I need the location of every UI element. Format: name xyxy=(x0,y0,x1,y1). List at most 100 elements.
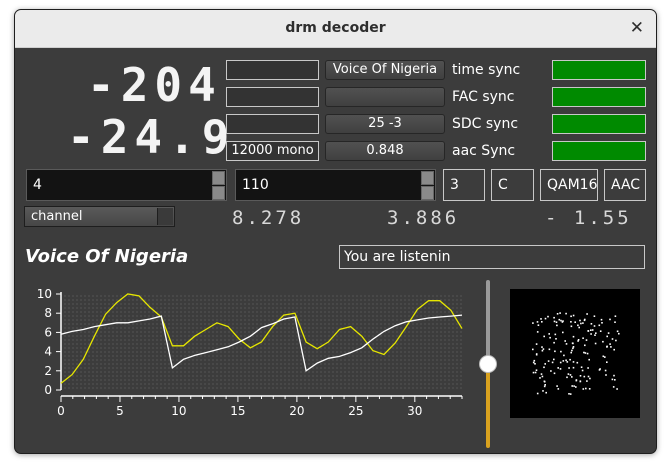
robustness-box: C xyxy=(491,169,534,201)
sdc-sync-led xyxy=(552,114,646,134)
spinbox-1[interactable]: 4 xyxy=(26,169,227,201)
x-tick-label: 0 xyxy=(57,404,65,418)
constellation-point xyxy=(549,336,551,339)
rate-button[interactable]: 0.848 xyxy=(325,141,445,161)
offset-button[interactable]: 25 -3 xyxy=(325,114,445,134)
time-sync-label: time sync xyxy=(452,62,521,78)
constellation-point xyxy=(572,335,575,338)
spinbox-2[interactable]: 110 xyxy=(235,169,436,201)
chevron-down-icon[interactable] xyxy=(157,208,173,225)
constellation-point xyxy=(579,319,581,322)
spinbox-2-value: 110 xyxy=(242,177,269,193)
sdc-sync-label: SDC sync xyxy=(452,116,519,132)
constellation-point xyxy=(573,385,575,387)
fac-sync-label: FAC sync xyxy=(452,89,515,105)
y-tick-label: 6 xyxy=(44,325,52,339)
lcd-small-a: 8.278 xyxy=(232,207,305,229)
y-tick-label: 2 xyxy=(44,364,52,378)
constellation-point xyxy=(544,363,546,365)
constellation-point xyxy=(537,324,540,326)
spinbox-1-down-arrow-icon[interactable] xyxy=(212,186,225,200)
constellation-point xyxy=(542,390,544,392)
title-bar: drm decoder ✕ xyxy=(15,10,656,48)
constellation-point xyxy=(589,377,591,380)
constellation-point xyxy=(602,355,605,358)
constellation-point xyxy=(553,358,555,361)
channel-select[interactable]: channel xyxy=(24,206,175,227)
y-tick-label: 4 xyxy=(44,345,52,359)
x-tick-label: 30 xyxy=(407,404,422,418)
constellation-point xyxy=(535,369,538,371)
constellation-point xyxy=(571,349,573,352)
constellation-point xyxy=(536,392,539,395)
constellation-point xyxy=(545,391,547,394)
constellation-point xyxy=(616,388,618,390)
constellation-point xyxy=(569,374,572,376)
constellation-point xyxy=(556,385,558,387)
constellation-point xyxy=(614,321,616,323)
x-tick-label: 25 xyxy=(348,404,363,418)
constellation-point xyxy=(602,340,604,343)
constellation-point xyxy=(566,361,569,363)
constellation-point xyxy=(575,386,577,388)
constellation-point xyxy=(542,348,545,350)
station-name: Voice Of Nigeria xyxy=(25,246,189,267)
constellation-point xyxy=(536,321,539,323)
constellation-point xyxy=(572,366,575,369)
blank-button[interactable] xyxy=(325,87,445,107)
constellation-point xyxy=(575,379,578,382)
spinbox-2-down-arrow-icon[interactable] xyxy=(421,186,434,200)
constellation-point xyxy=(544,384,546,386)
message-field[interactable]: You are listenin xyxy=(339,245,645,269)
constellation-point xyxy=(569,393,572,395)
x-tick-label: 5 xyxy=(116,404,124,418)
constellation-point xyxy=(587,330,590,332)
constellation-point xyxy=(595,332,597,334)
info-box-3 xyxy=(226,114,319,134)
constellation-point xyxy=(560,319,562,322)
constellation-point xyxy=(601,322,603,324)
constellation-point xyxy=(540,373,543,375)
fac-sync-led xyxy=(552,87,646,107)
constellation-plot xyxy=(510,289,640,418)
constellation-point xyxy=(590,329,592,331)
constellation-point xyxy=(555,321,558,323)
constellation-point xyxy=(565,343,568,345)
constellation-point xyxy=(557,388,560,390)
constellation-point xyxy=(559,312,561,314)
slider-knob[interactable] xyxy=(479,355,497,373)
constellation-point xyxy=(562,331,564,334)
constellation-point xyxy=(570,315,572,318)
constellation-point xyxy=(582,388,585,390)
constellation-point xyxy=(541,375,544,378)
constellation-point xyxy=(610,346,612,348)
drm-decoder-window: drm decoder ✕ -204 -24.9 12000 mono Voic… xyxy=(14,9,657,454)
constellation-point xyxy=(541,346,543,348)
codec-box: AAC xyxy=(604,169,646,201)
constellation-point xyxy=(540,318,542,320)
constellation-point xyxy=(613,348,615,351)
slider-track-upper xyxy=(486,280,490,364)
constellation-point xyxy=(566,376,568,379)
constellation-point xyxy=(574,321,576,323)
x-tick-label: 10 xyxy=(171,404,186,418)
constellation-point xyxy=(563,354,565,357)
gain-slider[interactable] xyxy=(479,280,497,448)
signal-chart: 0 2 4 6 8 10 0 5 10 15 20 25 30 xyxy=(37,287,463,418)
info-box-2 xyxy=(226,87,319,107)
constellation-point xyxy=(533,359,536,362)
spinbox-2-up-arrow-icon[interactable] xyxy=(421,171,434,185)
close-icon[interactable]: ✕ xyxy=(630,18,644,38)
time-sync-led xyxy=(552,60,646,80)
station-button[interactable]: Voice Of Nigeria xyxy=(325,60,445,80)
y-tick-label: 8 xyxy=(44,306,52,320)
constellation-point xyxy=(593,325,596,327)
slider-track-lower xyxy=(486,364,490,448)
constellation-point xyxy=(578,326,580,329)
constellation-point xyxy=(588,388,591,390)
window-title: drm decoder xyxy=(285,20,386,36)
lcd-bottom: -24.9 xyxy=(67,110,236,164)
constellation-point xyxy=(572,346,575,348)
spinbox-1-up-arrow-icon[interactable] xyxy=(212,171,225,185)
constellation-point xyxy=(541,321,543,323)
